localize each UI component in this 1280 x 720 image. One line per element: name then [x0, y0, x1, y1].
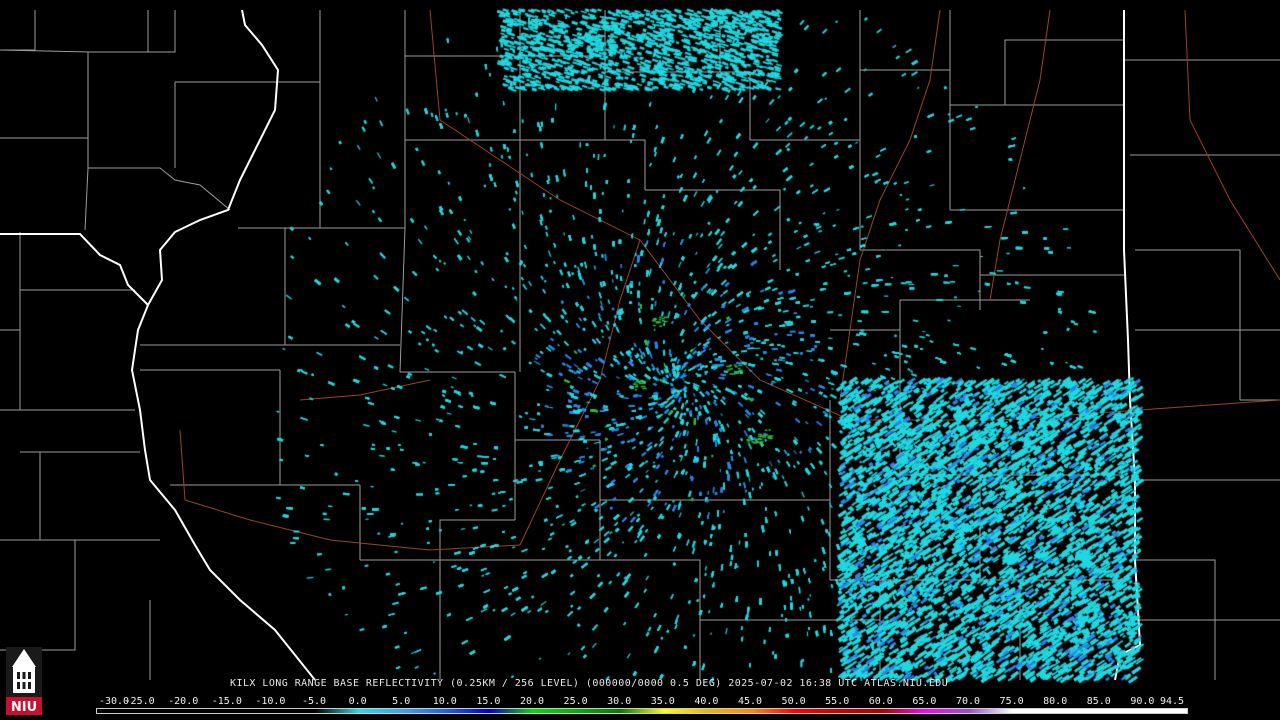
color-scale-label: 70.0	[955, 696, 981, 707]
color-scale-label: 30.0	[607, 696, 632, 707]
color-scale-label: 90.0	[1130, 696, 1155, 707]
color-scale-label: 15.0	[476, 696, 501, 707]
color-scale-label: 60.0	[868, 696, 893, 707]
color-scale-label: 45.0	[737, 696, 763, 707]
logo-text: NIU	[11, 700, 37, 715]
color-scale-label: 5.0	[392, 696, 411, 707]
color-scale-label: -25.0	[124, 696, 155, 707]
color-scale-label: 35.0	[650, 696, 675, 707]
color-scale-label: -5.0	[301, 696, 327, 707]
color-scale-bar	[96, 708, 1188, 714]
color-scale-labels: -30.0 -25.0 -20.0 -15.0 -10.0 -5.0 0.0 5.0 10.0 1…	[96, 696, 1186, 708]
color-scale-legend: -30.0 -25.0 -20.0 -15.0 -10.0 -5.0 0.0 5.0 10.0 1…	[96, 696, 1188, 718]
color-scale-label: -10.0	[255, 696, 286, 707]
product-title: KILX LONG RANGE BASE REFLECTIVITY (0.25K…	[230, 678, 949, 689]
university-tower-icon: NIU	[6, 647, 42, 715]
color-scale-label: 50.0	[781, 696, 806, 707]
reflectivity-echoes	[0, 0, 1280, 720]
color-scale-label: 20.0	[519, 696, 545, 707]
color-scale-label: 80.0	[1043, 696, 1068, 707]
color-scale-label: 75.0	[999, 696, 1024, 707]
color-scale-label: -20.0	[168, 696, 199, 707]
color-scale-label: 55.0	[825, 696, 850, 707]
color-scale-label: 10.0	[432, 696, 457, 707]
radar-display: KILX LONG RANGE BASE REFLECTIVITY (0.25K…	[0, 0, 1280, 720]
color-scale-label: 0.0	[348, 696, 367, 707]
color-scale-label: -15.0	[211, 696, 242, 707]
color-scale-label: 65.0	[912, 696, 937, 707]
color-scale-label: 94.5	[1159, 696, 1185, 707]
color-scale-label: 40.0	[694, 696, 719, 707]
color-scale-label: 85.0	[1086, 696, 1111, 707]
color-scale-label: 25.0	[563, 696, 588, 707]
